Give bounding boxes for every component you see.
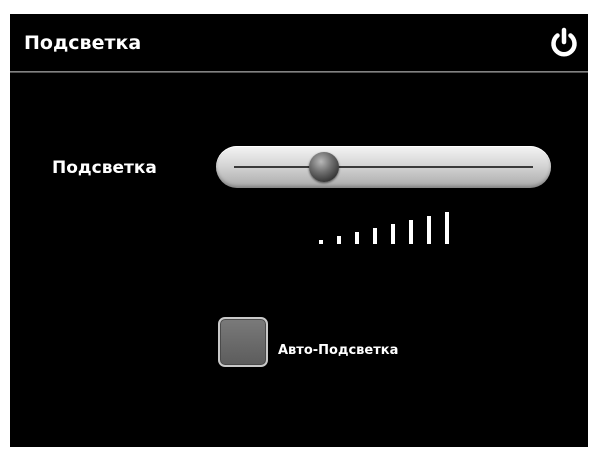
meter-bar	[409, 220, 413, 244]
title-bar: Подсветка	[10, 14, 588, 73]
meter-bar	[427, 216, 431, 244]
title-divider	[10, 71, 588, 73]
page-title: Подсветка	[24, 32, 142, 54]
meter-bar	[391, 224, 395, 244]
backlight-slider[interactable]	[216, 146, 551, 188]
slider-track	[234, 166, 533, 168]
meter-bar	[445, 212, 449, 244]
backlight-slider-label: Подсветка	[52, 158, 157, 178]
meter-bar	[337, 236, 341, 244]
backlight-screen: Подсветка Подсветка Авто-Подсветка	[10, 14, 588, 447]
power-button[interactable]	[547, 26, 581, 60]
slider-knob[interactable]	[308, 152, 339, 182]
meter-bar	[373, 228, 377, 244]
brightness-level-meter	[315, 210, 465, 250]
power-icon	[551, 27, 577, 57]
auto-backlight-label: Авто-Подсветка	[278, 343, 399, 358]
auto-backlight-checkbox[interactable]	[218, 317, 268, 367]
meter-bar	[319, 240, 323, 244]
meter-bar	[355, 232, 359, 244]
